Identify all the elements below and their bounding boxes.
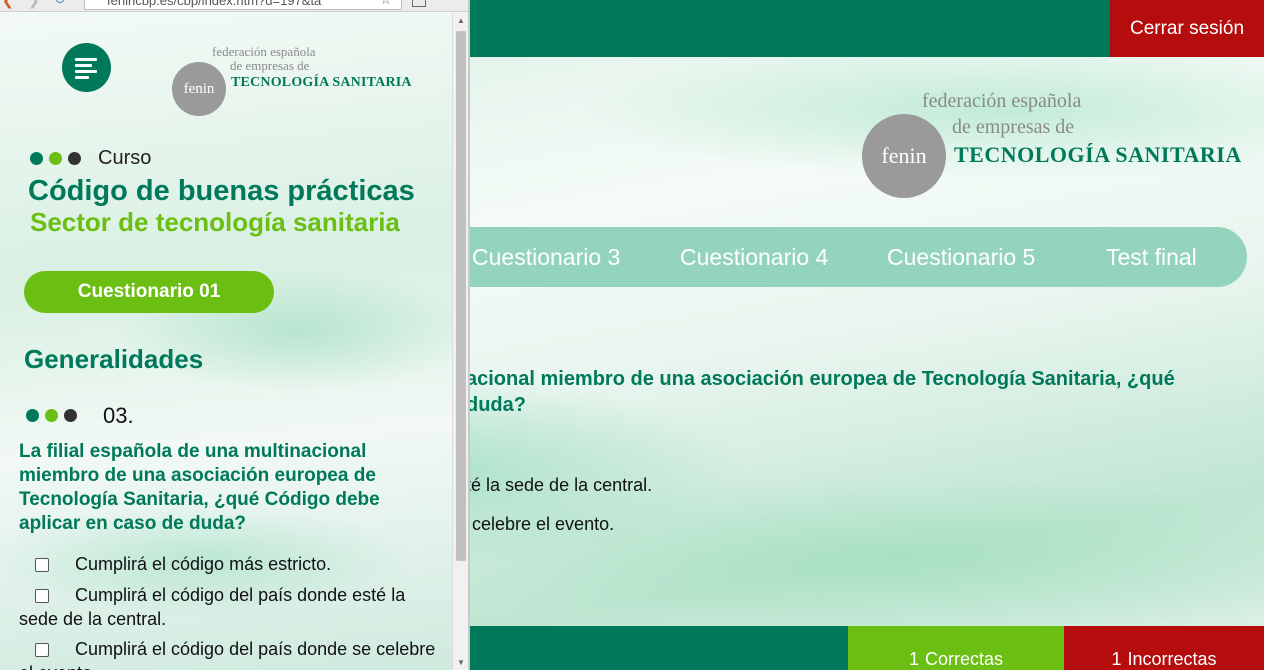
- dot-light-green: [49, 152, 62, 165]
- course-dots: [30, 152, 81, 165]
- scroll-up-arrow-icon[interactable]: ▲: [457, 16, 465, 25]
- mobile-preview-panel: ❮ ❯ ↻ fenincbp.es/cbp/index.htm?d=197&ta…: [0, 0, 470, 670]
- dot-dark: [64, 409, 77, 422]
- checkbox[interactable]: [35, 643, 49, 657]
- scroll-down-arrow-icon[interactable]: ▼: [457, 658, 465, 667]
- panel-fenin-logo: federación española de empresas de fenin…: [172, 44, 412, 116]
- answer-option-1[interactable]: Cumplirá el código más estricto.: [19, 552, 439, 576]
- panel-logo-circle: fenin: [172, 62, 226, 116]
- logo-line-3: TECNOLOGÍA SANITARIA: [954, 142, 1242, 167]
- question-dots: [26, 409, 77, 422]
- section-title: Generalidades: [24, 344, 204, 374]
- checkbox[interactable]: [35, 589, 49, 603]
- panel-logo-line-2: de empresas de: [230, 58, 310, 73]
- bookmark-star-icon[interactable]: ☆: [380, 0, 392, 7]
- tab-cuestionario-5[interactable]: Cuestionario 5: [887, 227, 1035, 287]
- correct-count-badge: 1 Correctas: [848, 626, 1064, 670]
- quiz-tabs: Cuestionario 3 Cuestionario 4 Cuestionar…: [455, 227, 1247, 287]
- logo-circle: fenin: [862, 114, 946, 198]
- page-icon[interactable]: [412, 0, 426, 7]
- back-arrow-icon[interactable]: ❮: [2, 0, 14, 7]
- scroll-thumb[interactable]: [456, 31, 466, 561]
- course-label: Curso: [98, 147, 152, 169]
- forward-arrow-icon[interactable]: ❯: [28, 0, 40, 7]
- incorrect-label: Incorrectas: [1127, 649, 1217, 669]
- answer-option-label: Cumplirá el código del país donde esté l…: [19, 585, 406, 629]
- answer-option-label: Cumplirá el código del país donde se cel…: [19, 639, 436, 670]
- dot-green: [26, 409, 39, 422]
- checkbox[interactable]: [35, 558, 49, 572]
- address-bar[interactable]: fenincbp.es/cbp/index.htm?d=197&ta: [84, 0, 402, 10]
- menu-button[interactable]: [62, 43, 111, 92]
- main-option-3[interactable]: celebre el evento.: [472, 514, 614, 535]
- answer-option-label: Cumplirá el código más estricto.: [75, 554, 332, 574]
- course-title: Código de buenas prácticas: [28, 175, 415, 207]
- dot-dark: [68, 152, 81, 165]
- dot-light-green: [45, 409, 58, 422]
- reload-icon[interactable]: ↻: [54, 0, 68, 6]
- scrollbar[interactable]: ▲ ▼: [452, 13, 468, 670]
- main-question: acional miembro de una asociación europe…: [466, 366, 1226, 418]
- menu-icon-bar: [75, 58, 97, 61]
- tab-test-final[interactable]: Test final: [1106, 227, 1197, 287]
- menu-icon-bar: [75, 70, 97, 73]
- main-option-2[interactable]: té la sede de la central.: [466, 475, 652, 496]
- menu-icon-bar: [75, 76, 89, 79]
- incorrect-count-badge: 1 Incorrectas: [1064, 626, 1264, 670]
- correct-count: 1: [908, 649, 919, 669]
- course-subtitle: Sector de tecnología sanitaria: [30, 207, 400, 237]
- answer-option-3[interactable]: Cumplirá el código del país donde se cel…: [19, 637, 439, 670]
- main-question-line-2: duda?: [466, 394, 526, 416]
- correct-label: Correctas: [924, 649, 1004, 669]
- fenin-logo: federación española de empresas de fenin…: [862, 90, 1241, 200]
- tab-cuestionario-4[interactable]: Cuestionario 4: [680, 227, 828, 287]
- logo-line-1: federación española: [922, 90, 1082, 112]
- answer-option-2[interactable]: Cumplirá el código del país donde esté l…: [19, 583, 439, 631]
- quiz-button[interactable]: Cuestionario 01: [24, 271, 274, 313]
- browser-toolbar: ❮ ❯ ↻ fenincbp.es/cbp/index.htm?d=197&ta…: [0, 0, 468, 12]
- main-question-line-1: acional miembro de una asociación europe…: [466, 368, 1175, 390]
- question-text: La filial española de una multinacional …: [19, 441, 380, 534]
- incorrect-count: 1: [1111, 649, 1122, 669]
- tab-cuestionario-3[interactable]: Cuestionario 3: [472, 227, 620, 287]
- question-number: 03.: [103, 403, 134, 428]
- logo-line-2: de empresas de: [952, 116, 1075, 138]
- logout-button[interactable]: Cerrar sesión: [1110, 0, 1264, 57]
- menu-icon-bar: [75, 64, 92, 67]
- panel-logo-line-3: TECNOLOGÍA SANITARIA: [231, 75, 412, 90]
- dot-green: [30, 152, 43, 165]
